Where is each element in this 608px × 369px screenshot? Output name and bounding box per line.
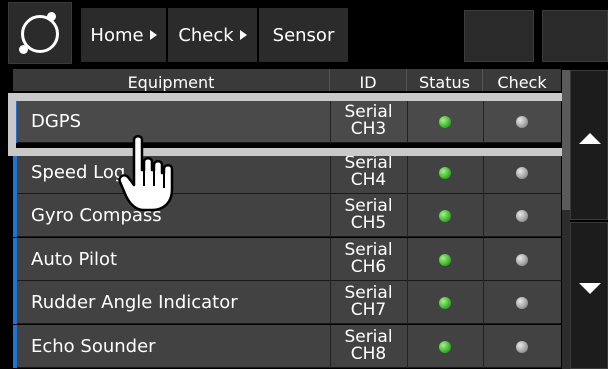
status-cell <box>407 325 482 368</box>
equipment-name: Echo Sounder <box>31 336 156 357</box>
table-row[interactable]: Echo Sounder Serial CH8 <box>13 325 561 368</box>
breadcrumb-check-label: Check <box>178 24 234 46</box>
arrow-up-icon <box>579 133 601 144</box>
triangle-right-icon <box>149 30 157 40</box>
logo-dot-icon <box>19 45 28 54</box>
check-cell[interactable] <box>483 238 561 281</box>
equipment-id: Serial CH4 <box>330 151 406 194</box>
selected-row-highlight <box>8 93 571 156</box>
check-cell[interactable] <box>483 325 561 368</box>
status-cell <box>407 194 482 237</box>
status-cell <box>407 281 482 324</box>
equipment-name: Auto Pilot <box>31 249 118 270</box>
id-line2: CH4 <box>350 170 387 190</box>
hand-pointer-icon <box>118 135 174 212</box>
breadcrumb-check[interactable]: Check <box>167 8 257 62</box>
check-indicator <box>516 254 528 266</box>
check-indicator <box>516 210 528 222</box>
toolbar-button-1[interactable] <box>464 10 534 62</box>
check-cell[interactable] <box>483 281 561 324</box>
table-row[interactable]: Gyro Compass Serial CH5 <box>13 194 561 237</box>
scrollbar-thumb[interactable] <box>562 70 570 210</box>
breadcrumb-sensor[interactable]: Sensor <box>258 8 348 62</box>
table-row[interactable]: Rudder Angle Indicator Serial CH7 <box>13 281 561 324</box>
menu-logo-button[interactable] <box>8 2 72 64</box>
id-line2: CH5 <box>350 213 387 233</box>
logo-dot-icon <box>47 12 56 21</box>
column-header-check: Check <box>497 73 547 91</box>
column-header-id: ID <box>330 69 407 91</box>
check-indicator <box>516 341 528 353</box>
status-ok-indicator <box>439 297 451 309</box>
check-indicator <box>516 297 528 309</box>
check-indicator <box>516 167 528 179</box>
status-ok-indicator <box>439 254 451 266</box>
row-accent <box>13 194 17 237</box>
scroll-down-button[interactable] <box>570 222 608 369</box>
table-header: Equipment ID Status Check <box>13 69 561 91</box>
equipment-name: Rudder Angle Indicator <box>31 292 238 313</box>
status-cell <box>407 238 482 281</box>
equipment-id: Serial CH8 <box>330 325 406 368</box>
column-header-equipment: Equipment <box>13 69 330 91</box>
status-cell <box>407 151 482 194</box>
id-line2: CH6 <box>350 257 387 277</box>
check-cell[interactable] <box>483 194 561 237</box>
row-accent <box>13 238 17 281</box>
row-accent <box>13 151 17 194</box>
column-header-status: Status <box>407 69 483 91</box>
breadcrumb-sensor-label: Sensor <box>272 24 335 46</box>
triangle-right-icon <box>239 30 247 40</box>
row-accent <box>13 325 17 368</box>
status-ok-indicator <box>439 167 451 179</box>
equipment-id: Serial CH5 <box>330 194 406 237</box>
status-ok-indicator <box>439 210 451 222</box>
arrow-down-icon <box>579 283 601 294</box>
equipment-id: Serial CH7 <box>330 281 406 324</box>
toolbar-button-2[interactable] <box>542 10 608 62</box>
equipment-name: Speed Log <box>31 162 126 183</box>
row-accent <box>13 281 17 324</box>
table-row[interactable]: Auto Pilot Serial CH6 <box>13 238 561 281</box>
breadcrumb-home[interactable]: Home <box>80 8 166 62</box>
table-row[interactable]: Speed Log Serial CH4 <box>13 151 561 194</box>
scroll-up-button[interactable] <box>570 70 608 220</box>
id-line2: CH7 <box>350 300 387 320</box>
equipment-id: Serial CH6 <box>330 238 406 281</box>
status-ok-indicator <box>439 341 451 353</box>
breadcrumb-home-label: Home <box>90 24 144 46</box>
check-cell[interactable] <box>483 151 561 194</box>
id-line2: CH8 <box>350 344 387 364</box>
